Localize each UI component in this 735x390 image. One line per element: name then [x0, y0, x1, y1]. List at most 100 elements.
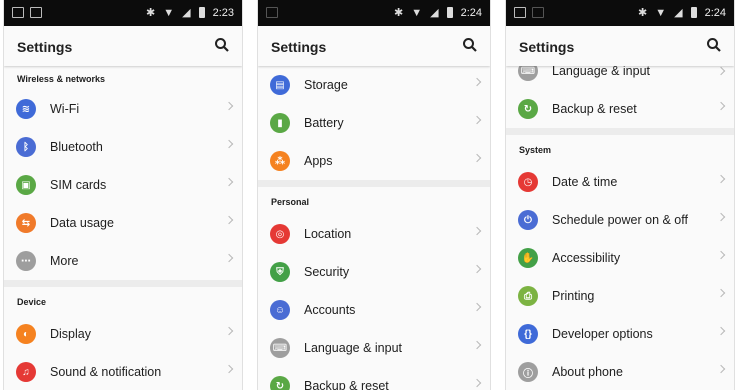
- settings-item-printing[interactable]: ⎙ Printing: [506, 277, 734, 315]
- settings-item-date-time[interactable]: ◷ Date & time: [506, 163, 734, 201]
- notification-icon: [12, 7, 24, 18]
- bell-icon: ♫: [16, 362, 36, 382]
- backup-icon: ↻: [518, 99, 538, 119]
- settings-list: ▤ Storage ▮ Battery ⁂ Apps Personal ◎ Location ⛨ S…: [258, 66, 490, 390]
- data-usage-icon: ⇆: [16, 213, 36, 233]
- settings-item-label: More: [50, 254, 79, 268]
- info-icon: ⓘ: [518, 362, 538, 382]
- settings-item-label: Backup & reset: [304, 379, 389, 390]
- page-title: Settings: [519, 39, 575, 55]
- notification-icon: [514, 7, 526, 18]
- settings-item-label: Battery: [304, 116, 344, 130]
- page-title: Settings: [17, 39, 73, 55]
- power-schedule-icon: ⏻: [518, 210, 538, 230]
- page-title: Settings: [271, 39, 327, 55]
- settings-item-label: Accounts: [304, 303, 356, 317]
- bluetooth-status-icon: ✱: [146, 7, 156, 19]
- settings-item-label: Display: [50, 327, 91, 341]
- settings-item-storage[interactable]: ▤ Storage: [258, 66, 490, 104]
- settings-item-backup-reset[interactable]: ↻ Backup & reset: [258, 367, 490, 390]
- signal-status-icon: ◢: [430, 7, 439, 19]
- settings-item-label: Bluetooth: [50, 140, 103, 154]
- settings-item-label: Developer options: [552, 327, 653, 341]
- clock-time: 2:24: [704, 6, 726, 19]
- settings-item-battery[interactable]: ▮ Battery: [258, 104, 490, 142]
- section-header: System: [506, 128, 734, 163]
- signal-status-icon: ◢: [182, 7, 191, 19]
- sim-card-icon: ▣: [16, 175, 36, 195]
- search-icon[interactable]: [214, 37, 230, 53]
- settings-item-accounts[interactable]: ☺ Accounts: [258, 291, 490, 329]
- backup-icon: ↻: [270, 376, 290, 390]
- shield-icon: ⛨: [270, 262, 290, 282]
- settings-item-label: Schedule power on & off: [552, 213, 688, 227]
- settings-item-label: Storage: [304, 78, 348, 92]
- battery-icon: ▮: [270, 113, 290, 133]
- app-bar: Settings: [4, 26, 242, 66]
- signal-status-icon: ◢: [674, 7, 683, 19]
- more-icon: ⋯: [16, 251, 36, 271]
- printer-icon: ⎙: [518, 286, 538, 306]
- settings-item-wi-fi[interactable]: ≋ Wi-Fi: [4, 90, 242, 128]
- settings-item-sim-cards[interactable]: ▣ SIM cards: [4, 166, 242, 204]
- settings-item-label: About phone: [552, 365, 623, 379]
- settings-item-label: Location: [304, 227, 352, 241]
- status-bar: ✱ ▼ ◢ 2:24: [506, 0, 734, 26]
- settings-item-label: Accessibility: [552, 251, 621, 265]
- bluetooth-status-icon: ✱: [394, 7, 404, 19]
- battery-status-icon: [690, 7, 697, 18]
- app-bar: Settings: [506, 26, 734, 66]
- settings-item-backup-reset[interactable]: ↻ Backup & reset: [506, 90, 734, 128]
- wifi-status-icon: ▼: [163, 6, 175, 19]
- search-icon[interactable]: [462, 37, 478, 53]
- settings-item-display[interactable]: ◐ Display: [4, 315, 242, 353]
- settings-item-schedule-power-on-off[interactable]: ⏻ Schedule power on & off: [506, 201, 734, 239]
- battery-status-icon: [198, 7, 205, 18]
- bluetooth-icon: ᛒ: [16, 137, 36, 157]
- location-icon: ◎: [270, 224, 290, 244]
- section-header: Wireless & networks: [17, 74, 105, 84]
- wifi-status-icon: ▼: [411, 6, 423, 19]
- status-bar: ✱ ▼ ◢ 2:23: [4, 0, 242, 26]
- search-icon[interactable]: [706, 37, 722, 53]
- image-notification-icon: [30, 7, 42, 18]
- settings-item-security[interactable]: ⛨ Security: [258, 253, 490, 291]
- settings-item-language-input[interactable]: ⌨ Language & input: [258, 329, 490, 367]
- settings-screen-2: ✱ ▼ ◢ 2:24 Settings ▤ Storage ▮ Battery ⁂ App…: [257, 0, 491, 390]
- settings-item-more[interactable]: ⋯ More: [4, 242, 242, 280]
- settings-item-label: Apps: [304, 154, 333, 168]
- settings-list: ⌨ Language & input ↻ Backup & reset System ◷ D…: [506, 61, 734, 390]
- clock-time: 2:24: [460, 6, 482, 19]
- accessibility-icon: ✋: [518, 248, 538, 268]
- display-icon: ◐: [16, 324, 36, 344]
- settings-item-bluetooth[interactable]: ᛒ Bluetooth: [4, 128, 242, 166]
- settings-item-label: Printing: [552, 289, 595, 303]
- settings-item-accessibility[interactable]: ✋ Accessibility: [506, 239, 734, 277]
- settings-item-apps[interactable]: ⁂ Apps: [258, 142, 490, 180]
- accounts-icon: ☺: [270, 300, 290, 320]
- settings-item-label: Security: [304, 265, 350, 279]
- app-bar: Settings: [258, 26, 490, 66]
- bluetooth-status-icon: ✱: [638, 7, 648, 19]
- settings-item-label: Data usage: [50, 216, 114, 230]
- settings-item-label: Language & input: [304, 341, 403, 355]
- image-notification-icon: [532, 7, 544, 18]
- settings-item-label: Sound & notification: [50, 365, 162, 379]
- section-header: Device: [4, 280, 242, 315]
- settings-item-label: SIM cards: [50, 178, 107, 192]
- settings-item-about-phone[interactable]: ⓘ About phone: [506, 353, 734, 390]
- settings-item-label: Language & input: [552, 64, 651, 78]
- settings-list: Wireless & networks ≋ Wi-Fi ᛒ Bluetooth ▣ SIM …: [4, 66, 242, 390]
- settings-item-location[interactable]: ◎ Location: [258, 215, 490, 253]
- settings-item-sound-notification[interactable]: ♫ Sound & notification: [4, 353, 242, 390]
- settings-screen-3: ✱ ▼ ◢ 2:24 Settings ⌨ Language & input ↻ Ba…: [505, 0, 735, 390]
- settings-item-language-input[interactable]: ⌨ Language & input: [506, 61, 734, 90]
- wifi-icon: ≋: [16, 99, 36, 119]
- settings-item-developer-options[interactable]: {} Developer options: [506, 315, 734, 353]
- wifi-status-icon: ▼: [655, 6, 667, 19]
- settings-item-label: Backup & reset: [552, 102, 637, 116]
- settings-screen-1: ✱ ▼ ◢ 2:23 Settings Wireless & networks ≋…: [3, 0, 243, 390]
- clock-time: 2:23: [212, 6, 234, 19]
- developer-icon: {}: [518, 324, 538, 344]
- settings-item-data-usage[interactable]: ⇆ Data usage: [4, 204, 242, 242]
